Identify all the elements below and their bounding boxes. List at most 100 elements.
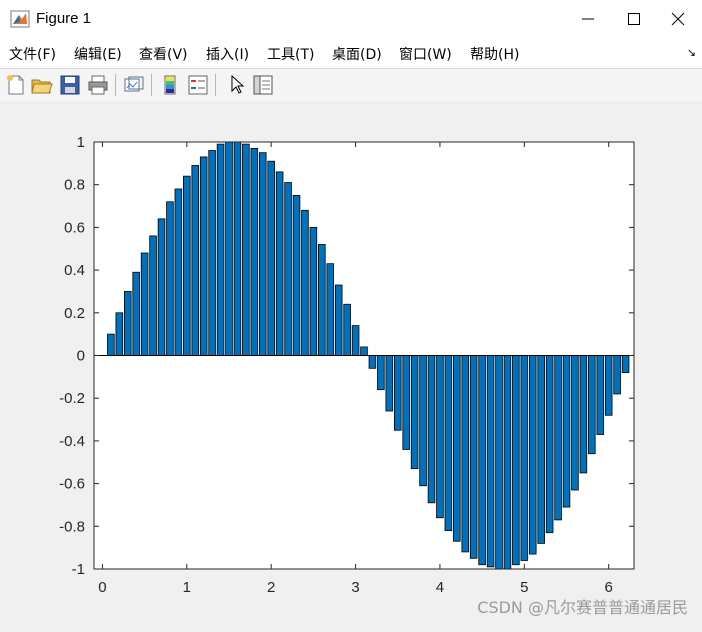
new-figure-icon[interactable] [4,73,28,97]
bar [292,194,301,356]
menu-desktop[interactable]: 桌面(D) [332,44,382,64]
bar [208,150,216,356]
bar [503,355,512,570]
property-inspector-icon[interactable] [251,73,275,97]
menu-file[interactable]: 文件(F) [9,44,56,64]
bar [115,312,124,356]
minimize-button[interactable] [566,0,612,38]
y-tick-label: 0 [77,348,85,365]
y-tick-label: 0.4 [64,262,85,279]
bar [140,252,149,356]
menu-edit[interactable]: 编辑(E) [74,44,122,64]
bar-chart[interactable]: -1-0.8-0.6-0.4-0.200.20.40.60.810 1 2 3 4 5 6 [0,101,702,628]
bar [410,355,419,470]
bar [351,325,360,356]
bar [436,355,444,519]
bar [554,355,562,521]
bar [149,235,157,356]
window-title: Figure 1 [36,10,92,27]
bar [478,355,486,566]
y-tick-label: -0.4 [59,433,85,450]
menu-window[interactable]: 窗口(W) [399,44,452,64]
bar [562,355,571,508]
x-tick-label: 2 [267,579,275,596]
bar [360,346,368,356]
y-tick-label: -0.2 [59,390,85,407]
save-icon[interactable] [58,73,82,97]
bar [604,355,613,416]
maximize-icon [628,13,640,25]
y-tick-label: 0.6 [64,219,85,236]
bar [469,355,478,559]
print-icon[interactable] [86,73,110,97]
bar [444,355,453,531]
y-tick-label: -0.8 [59,518,85,535]
bar [579,355,588,474]
bar [174,188,183,356]
bar [123,291,132,356]
menu-bar: 文件(F) 编辑(E) 查看(V) 插入(I) 工具(T) 桌面(D) 窗口(W… [0,38,702,68]
bar [613,355,621,395]
bar [132,271,140,356]
x-tick-label: 0 [98,579,106,596]
bar [596,355,605,435]
bar [419,355,427,487]
bar [528,355,537,555]
menu-help[interactable]: 帮助(H) [470,44,519,64]
bar [157,218,166,356]
bar [107,333,115,356]
matlab-app-icon [10,10,30,28]
y-tick-label: 0.8 [64,177,85,194]
bar [385,355,394,412]
bar [621,355,630,373]
bar [343,303,351,356]
bar [545,355,554,534]
insert-colorbar-icon[interactable] [158,73,182,97]
y-tick-label: 0.2 [64,305,85,322]
bar [199,156,208,356]
insert-legend-icon[interactable] [186,73,210,97]
bar [258,152,267,356]
menu-tools[interactable]: 工具(T) [267,44,314,64]
close-button[interactable] [656,0,702,38]
bar [495,355,503,570]
bar [461,355,470,553]
figure-canvas: -1 -0.8 -0.6 -0.4 -0.2 0 0.2 0.4 0.6 0.8 1 0 1 2 3 4 5 6 … [0,101,702,628]
bar [377,355,385,391]
open-file-icon[interactable] [30,73,54,97]
edit-plot-pointer-icon[interactable] [224,73,248,97]
bar [284,182,292,356]
bar [537,355,545,544]
link-plot-icon[interactable] [122,73,146,97]
bar [402,355,410,450]
menu-insert[interactable]: 插入(I) [206,44,249,64]
bar [225,141,233,356]
bar [427,355,436,504]
toolbar-separator [151,74,152,96]
bar [301,209,309,356]
maximize-button[interactable] [612,0,658,38]
bar [588,355,596,455]
bar [368,355,377,369]
bar [233,141,242,356]
x-tick-label: 1 [183,579,191,596]
bar [275,171,284,356]
bar [453,355,461,542]
bar [393,355,402,431]
dock-arrow-icon[interactable]: ↘ [687,46,696,59]
bar [191,165,200,356]
bar [216,143,225,356]
minimize-icon [582,18,594,20]
y-tick-label: -0.6 [59,476,85,493]
toolbar-separator [215,74,216,96]
y-tick-label: -1 [72,561,85,578]
bar [326,263,335,356]
menu-view[interactable]: 查看(V) [139,44,188,64]
x-tick-label: 3 [351,579,359,596]
bar [267,160,275,356]
toolbar-separator [115,74,116,96]
bar [166,201,174,356]
bar [512,355,520,566]
y-tick-label: 1 [77,134,85,151]
watermark-text: CSDN @凡尔赛普普通通居民 [477,598,688,617]
